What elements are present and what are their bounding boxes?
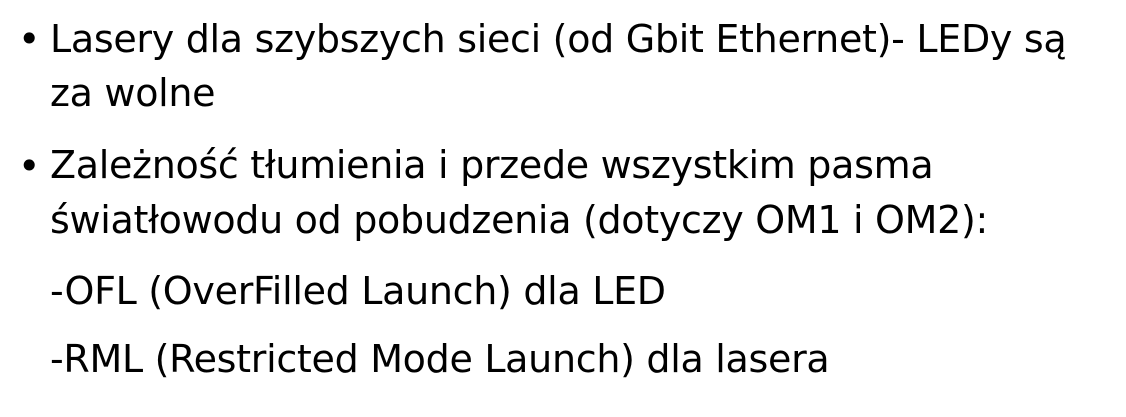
bullet-text-line: Lasery dla szybszych sieci (od Gbit Ethe… — [50, 17, 1067, 61]
sub-item-ofl: -OFL (OverFilled Launch) dla LED — [50, 269, 666, 313]
bullet-text-line: Zależność tłumienia i przede wszystkim p… — [50, 143, 934, 187]
bullet-text-line: światłowodu od pobudzenia (dotyczy OM1 i… — [50, 198, 989, 242]
bullet-marker: • — [18, 144, 41, 188]
bullet-text-line: za wolne — [50, 71, 216, 115]
sub-item-rml: -RML (Restricted Mode Launch) dla lasera — [50, 337, 830, 381]
slide-content: • Lasery dla szybszych sieci (od Gbit Et… — [0, 0, 1126, 417]
bullet-marker: • — [18, 17, 41, 61]
